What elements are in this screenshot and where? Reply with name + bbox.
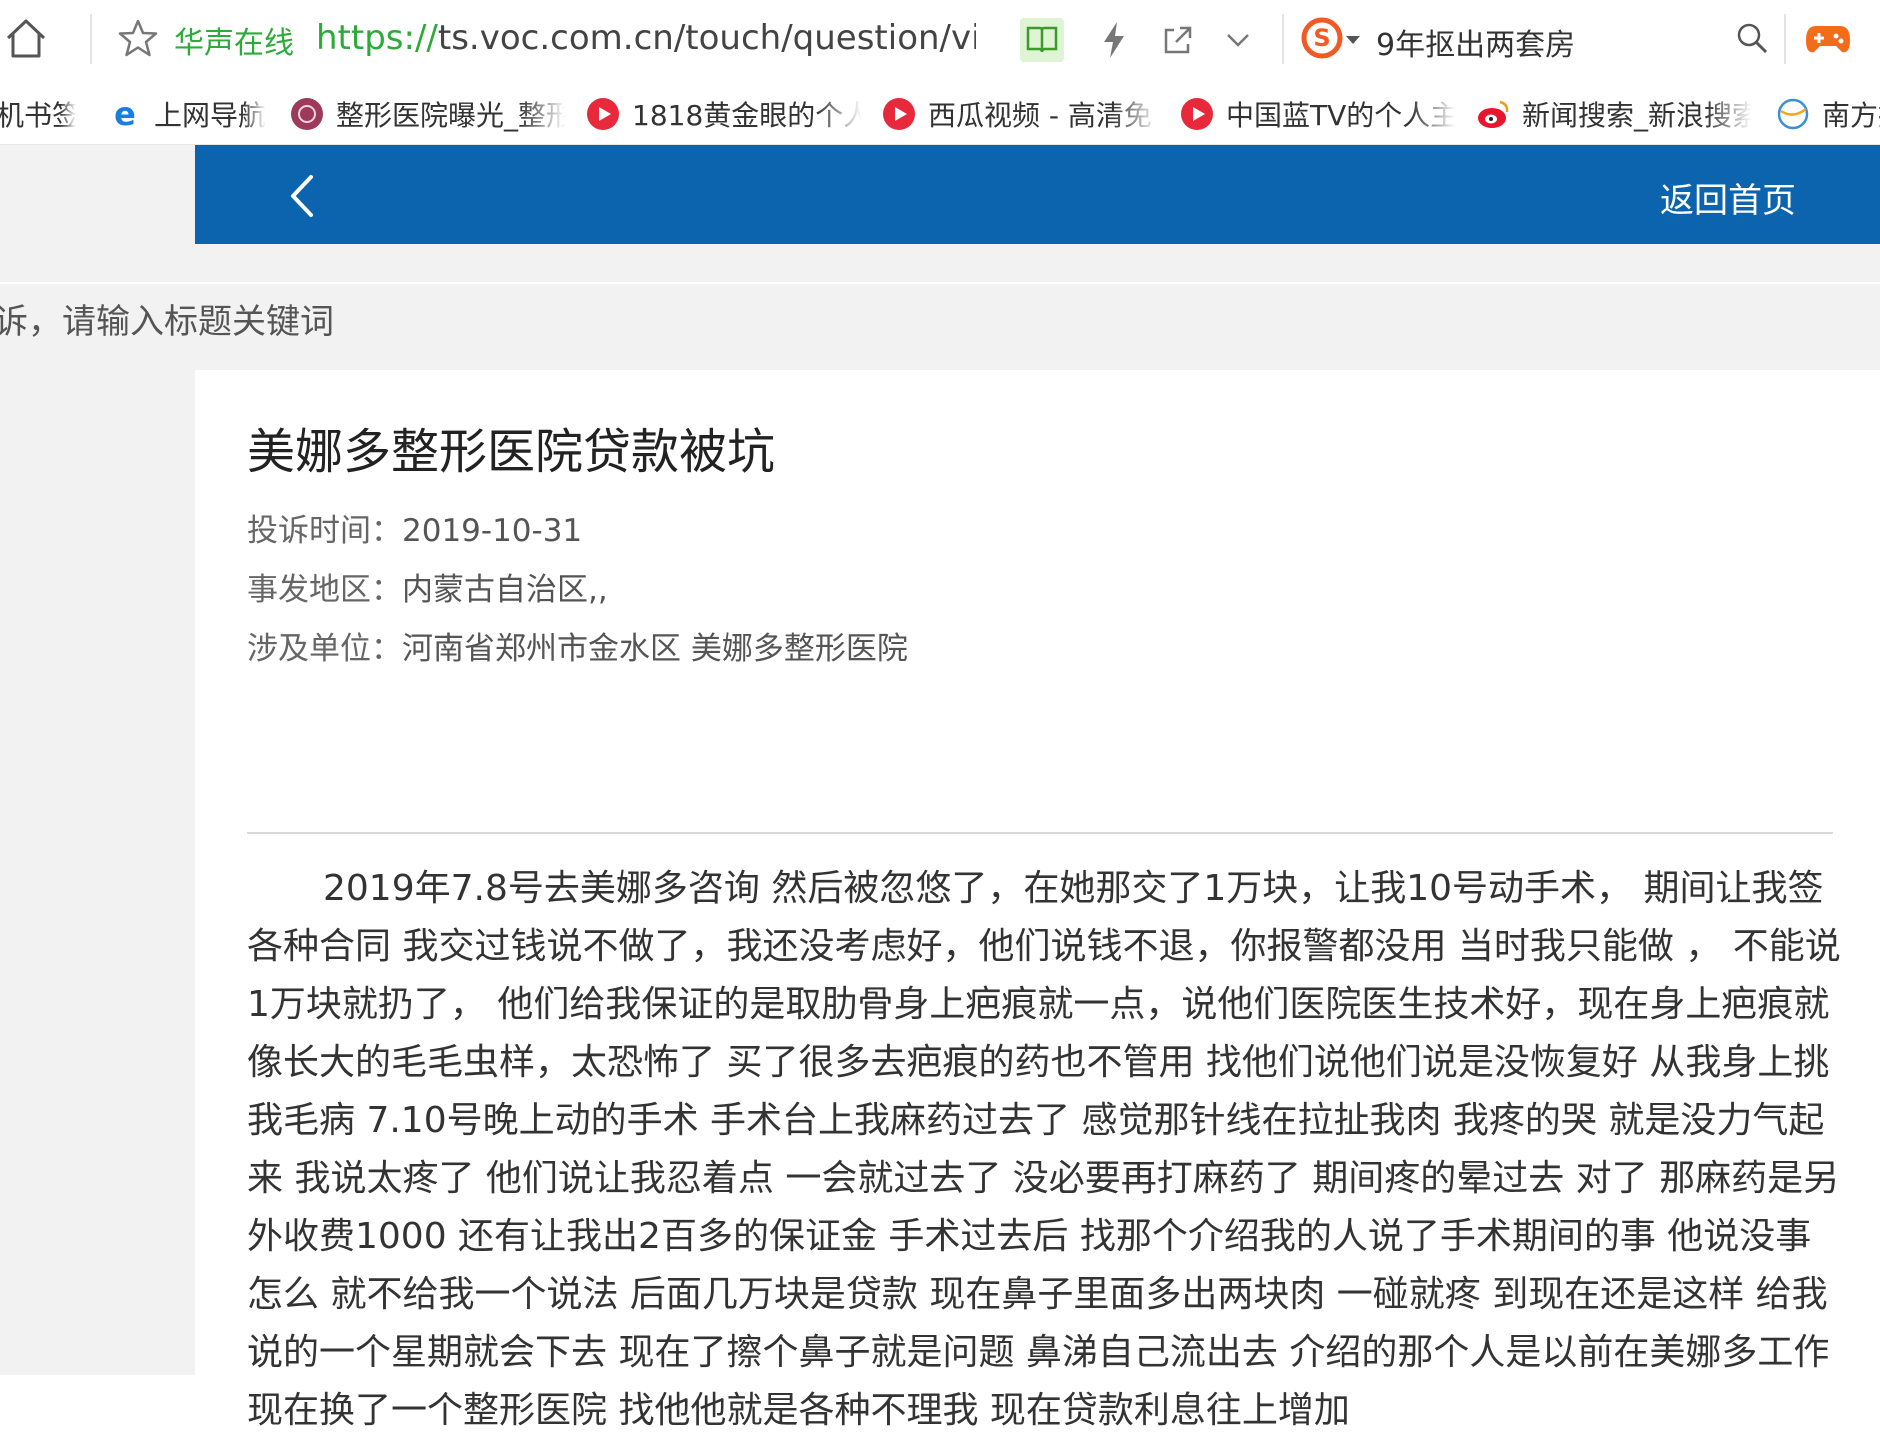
article-body: 2019年7.8号去美娜多咨询 然后被忽悠了，在她那交了1万块，让我10号动手术… [247,868,1841,1431]
incident-region-label: 事发地区： [247,572,402,608]
url-protocol: https:// [316,18,438,58]
clinic-icon [291,98,323,130]
engine-dropdown-icon[interactable] [1346,36,1360,44]
browser-toolbar: 华声在线 https://ts.voc.com.cn/touch/questio… [0,0,1880,84]
bookmark-label: 整形医院曝光_整形 [336,99,566,132]
home-icon[interactable] [2,14,50,62]
web-page: 返回首页 诉，请输入标题关键词 美娜多整形医院贷款被坑 投诉时间：2019-10… [0,145,1880,1431]
ie-icon: e [114,97,136,131]
lightning-icon[interactable] [1098,20,1130,60]
bookmark-label: 中国蓝TV的个人主 [1226,99,1456,132]
involved-unit-value: 河南省郑州市金水区 美娜多整形医院 [402,631,908,667]
home-link[interactable]: 返回首页 [1660,173,1796,222]
search-bar: 诉，请输入标题关键词 [0,282,1880,347]
video-play-icon [1181,98,1213,130]
article-title: 美娜多整形医院贷款被坑 [247,424,776,480]
bookmark-item[interactable]: 1818黄金眼的个人 [586,92,862,136]
search-icon[interactable] [1734,20,1770,56]
share-icon[interactable] [1160,22,1196,58]
complaint-time-value: 2019-10-31 [402,513,583,549]
involved-unit-label: 涉及单位： [247,631,402,667]
star-bookmark-icon[interactable] [118,18,158,58]
bookmark-label: 机书签 [0,99,76,132]
bookmarks-bar: 机书签 e 上网导航 整形医院曝光_整形 1818黄金眼的个人 西瓜视频 - 高… [0,84,1880,145]
toolbar-divider [1784,14,1786,64]
video-play-icon [587,98,619,130]
bookmark-label: 1818黄金眼的个人 [632,99,862,132]
svg-text:S: S [1313,24,1330,52]
bookmark-item[interactable]: 南方报 [1776,92,1880,136]
address-bar[interactable]: https://ts.voc.com.cn/touch/question/vie… [316,18,976,58]
complaint-time: 投诉时间：2019-10-31 [247,505,582,550]
involved-unit: 涉及单位：河南省郑州市金水区 美娜多整形医院 [247,623,908,668]
weibo-icon [1478,100,1509,128]
url-path: ts.voc.com.cn/touch/question/view/9 [437,18,976,58]
bookmark-label: 上网导航 [154,99,267,132]
complaint-time-label: 投诉时间： [247,513,402,549]
toolbar-divider [1282,14,1284,64]
sogou-search-icon[interactable]: S [1300,16,1344,60]
gamepad-icon[interactable] [1804,16,1852,60]
search-query[interactable]: 9年抠出两套房 [1376,20,1575,64]
site-name: 华声在线 [174,26,294,61]
video-play-icon [883,98,915,130]
toolbar-divider [90,14,92,64]
bookmark-label: 新闻搜索_新浪搜索 [1522,99,1752,132]
svg-text:e: e [114,97,136,131]
bookmark-item[interactable]: 机书签 [0,92,76,136]
back-arrow-icon[interactable] [285,173,317,219]
incident-region: 事发地区：内蒙古自治区,, [247,564,608,609]
reader-mode-icon[interactable] [1020,18,1064,62]
bookmark-label: 南方报 [1822,99,1880,132]
globe-icon [1777,98,1809,130]
bookmark-item[interactable]: 中国蓝TV的个人主 [1180,92,1456,136]
divider [247,832,1833,834]
chevron-down-icon[interactable] [1222,26,1254,54]
incident-region-value: 内蒙古自治区,, [402,572,608,608]
article-card: 美娜多整形医院贷款被坑 投诉时间：2019-10-31 事发地区：内蒙古自治区,… [195,370,1880,1431]
bookmark-item[interactable]: e 上网导航 [108,92,266,136]
search-placeholder[interactable]: 诉，请输入标题关键词 [0,294,334,343]
bookmark-item[interactable]: 新闻搜索_新浪搜索 [1476,92,1752,136]
bookmark-item[interactable]: 整形医院曝光_整形 [290,92,566,136]
page-header: 返回首页 [195,145,1880,244]
bookmark-label: 西瓜视频 - 高清免 [928,99,1152,132]
bookmark-item[interactable]: 西瓜视频 - 高清免 [882,92,1158,136]
